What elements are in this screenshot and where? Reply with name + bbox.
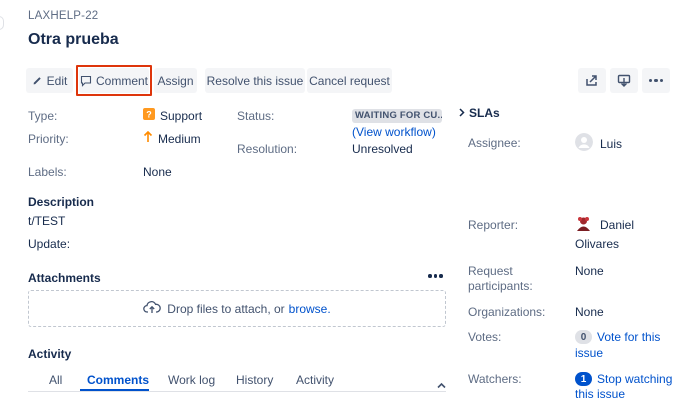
share-icon — [585, 74, 599, 87]
status-label: Status: — [237, 109, 275, 123]
dropzone-text: Drop files to attach, or — [167, 301, 285, 316]
browse-link[interactable]: browse. — [289, 302, 331, 316]
tabs-divider — [28, 391, 446, 392]
chevron-up-icon[interactable] — [437, 378, 446, 392]
priority-up-arrow-icon — [143, 130, 153, 146]
pencil-icon — [32, 75, 43, 86]
watchers-count-badge: 1 — [575, 372, 592, 386]
priority-label: Priority: — [28, 132, 69, 146]
sidebar-collapse-handle[interactable] — [0, 16, 4, 30]
votes-label: Votes: — [468, 330, 502, 344]
organizations-value[interactable]: None — [575, 305, 604, 319]
assignee-value[interactable]: Luis — [575, 133, 622, 154]
reporter-last-name: Olivares — [575, 237, 620, 251]
description-line-1: t/TEST — [28, 214, 66, 228]
reporter-label: Reporter: — [468, 218, 519, 232]
tab-activity[interactable]: Activity — [296, 373, 334, 387]
view-workflow-link[interactable]: View workflow — [356, 125, 432, 139]
assign-button-label: Assign — [157, 73, 194, 88]
request-participants-label-1: Request — [468, 264, 513, 278]
reporter-avatar — [575, 215, 592, 235]
attachment-dropzone[interactable]: Drop files to attach, or browse. — [28, 290, 446, 327]
export-button[interactable] — [610, 68, 638, 93]
attachments-title: Attachments — [28, 271, 101, 285]
labels-label: Labels: — [28, 165, 67, 179]
issue-key[interactable]: LAXHELP-22 — [28, 10, 98, 22]
slas-toggle[interactable]: SLAs — [459, 106, 500, 120]
cancel-request-button[interactable]: Cancel request — [307, 68, 392, 93]
organizations-label: Organizations: — [468, 305, 546, 319]
comment-highlight-box — [76, 65, 152, 96]
issue-title: Otra prueba — [28, 31, 119, 48]
more-actions-button[interactable] — [642, 68, 670, 93]
request-participants-label-2: participants: — [468, 279, 533, 293]
chevron-right-icon — [459, 106, 465, 120]
activity-title: Activity — [28, 347, 72, 361]
cancel-request-button-label: Cancel request — [309, 73, 390, 88]
resolve-issue-button-label: Resolve this issue — [206, 73, 304, 88]
type-value: ? Support — [143, 108, 202, 123]
default-avatar-icon — [575, 133, 593, 154]
tab-all[interactable]: All — [49, 373, 62, 387]
reporter-first-name: Daniel — [600, 218, 635, 232]
resolution-value: Unresolved — [352, 142, 413, 156]
reporter-value[interactable]: Daniel — [575, 215, 634, 235]
resolution-label: Resolution: — [237, 142, 298, 156]
svg-text:?: ? — [146, 110, 152, 120]
vote-link-line-2[interactable]: issue — [575, 346, 603, 360]
share-button[interactable] — [578, 68, 606, 93]
view-workflow: (View workflow) — [352, 125, 436, 139]
more-icon — [648, 78, 664, 83]
votes-value: 0 Vote for this — [575, 330, 660, 344]
vote-link-line-1[interactable]: Vote for this — [597, 330, 660, 344]
priority-value-text: Medium — [158, 131, 201, 146]
resolve-issue-button[interactable]: Resolve this issue — [205, 68, 305, 93]
attachments-more-icon[interactable] — [428, 274, 443, 278]
watchers-label: Watchers: — [468, 372, 522, 386]
assignee-label: Assignee: — [468, 136, 521, 150]
labels-value[interactable]: None — [143, 165, 172, 179]
view-workflow-paren-close: ) — [431, 125, 436, 139]
status-lozenge[interactable]: WAITING FOR CU... — [352, 109, 442, 123]
slas-title: SLAs — [469, 106, 500, 120]
tab-work-log[interactable]: Work log — [168, 373, 215, 387]
edit-button-label: Edit — [46, 73, 68, 88]
description-line-2: Update: — [28, 237, 71, 251]
tab-history[interactable]: History — [236, 373, 273, 387]
export-icon — [617, 74, 631, 87]
type-value-text: Support — [160, 108, 203, 123]
description-title: Description — [28, 195, 95, 209]
assignee-name: Luis — [600, 136, 623, 151]
watchers-value: 1 Stop watching — [575, 372, 672, 386]
tab-comments[interactable]: Comments — [87, 373, 149, 387]
type-label: Type: — [28, 109, 58, 123]
edit-button[interactable]: Edit — [26, 68, 73, 93]
cloud-upload-icon — [143, 300, 162, 317]
priority-value: Medium — [143, 130, 201, 146]
support-type-icon: ? — [143, 108, 155, 123]
assign-button[interactable]: Assign — [154, 68, 197, 93]
stop-watching-link-line-2[interactable]: this issue — [575, 387, 625, 401]
stop-watching-link-line-1[interactable]: Stop watching — [597, 372, 672, 386]
request-participants-value[interactable]: None — [575, 264, 604, 278]
votes-count-badge: 0 — [575, 330, 592, 344]
